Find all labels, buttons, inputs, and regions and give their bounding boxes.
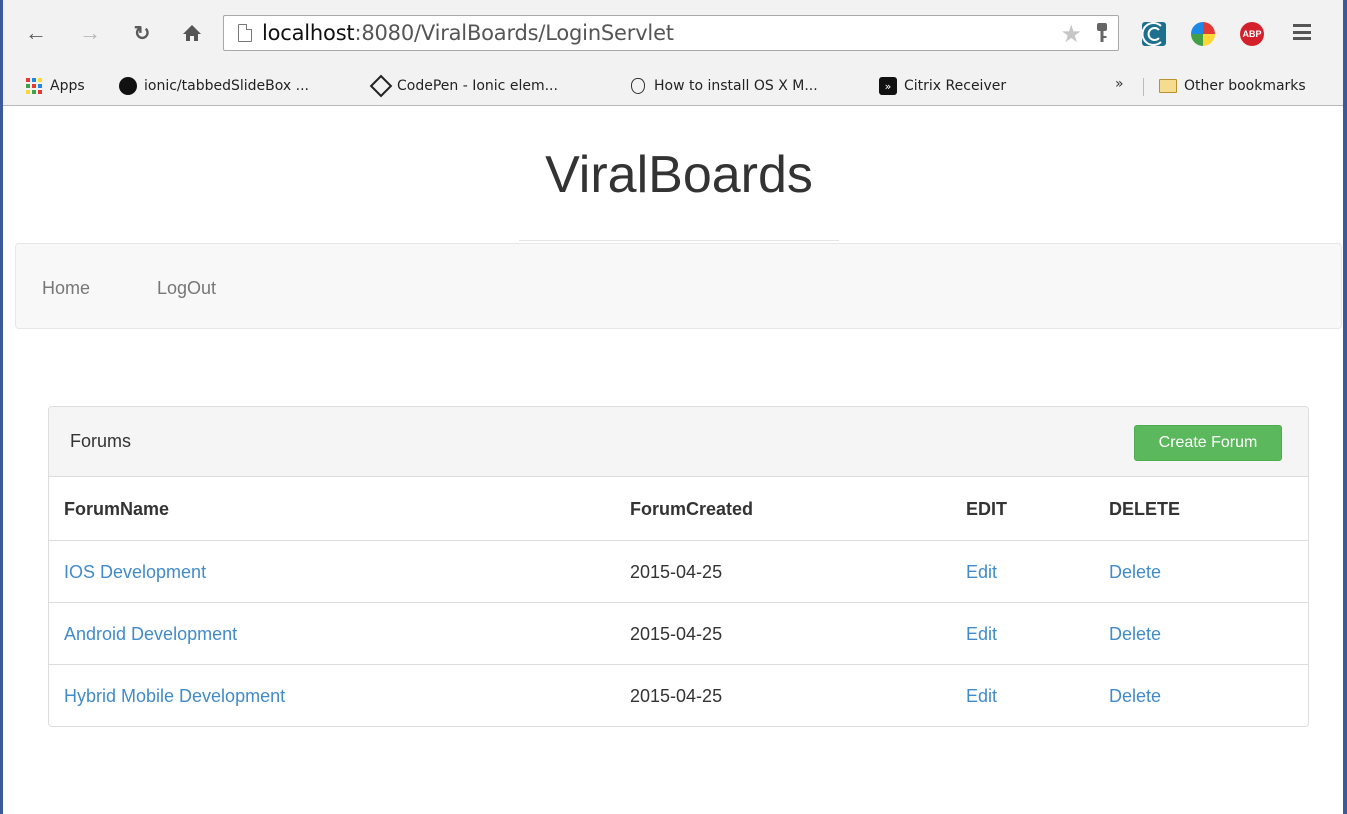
citrix-icon: »	[879, 77, 897, 95]
reload-icon[interactable]: ↻	[129, 20, 155, 46]
forum-created-date: 2015-04-25	[630, 686, 723, 706]
apps-grid-icon	[25, 77, 43, 95]
bookmarks-divider	[1143, 78, 1144, 96]
forum-name-link[interactable]: Hybrid Mobile Development	[64, 686, 285, 707]
url-path: :8080/ViralBoards/LoginServlet	[354, 21, 674, 45]
url-host: localhost	[262, 21, 355, 45]
bookmark-apps[interactable]: Apps	[25, 76, 85, 96]
table-row: Hybrid Mobile Development 2015-04-25 Edi…	[49, 664, 1308, 726]
address-bar[interactable]: localhost:8080/ViralBoards/LoginServlet …	[223, 15, 1119, 51]
forum-created-date: 2015-04-25	[630, 624, 723, 644]
site-title: ViralBoards	[545, 146, 813, 204]
bookmark-label: ionic/tabbedSlideBox ...	[144, 78, 309, 94]
delete-link[interactable]: Delete	[1109, 624, 1161, 645]
chrome-menu-icon[interactable]	[1291, 22, 1313, 42]
delete-link[interactable]: Delete	[1109, 686, 1161, 707]
bookmark-ionic-tabbedslidebox[interactable]: ionic/tabbedSlideBox ...	[119, 76, 309, 96]
forums-table: ForumName ForumCreated EDIT DELETE IOS D…	[49, 478, 1308, 726]
bookmarks-overflow-button[interactable]: »	[1115, 76, 1124, 92]
forums-panel: Forums Create Forum ForumName ForumCreat…	[48, 406, 1309, 727]
adblock-plus-icon[interactable]: ABP	[1240, 22, 1264, 46]
forum-name-link[interactable]: Android Development	[64, 624, 237, 645]
forum-name-link[interactable]: IOS Development	[64, 562, 206, 583]
bookmark-label: CodePen - Ionic elem...	[397, 78, 558, 94]
back-arrow-icon[interactable]: ←	[23, 20, 49, 46]
page-icon	[238, 24, 252, 42]
navbar: Home LogOut	[15, 243, 1342, 329]
codepen-icon	[369, 74, 393, 98]
edit-link[interactable]: Edit	[966, 624, 997, 645]
page-content: ViralBoards Home LogOut Forums Create Fo…	[3, 107, 1343, 814]
address-url[interactable]: localhost:8080/ViralBoards/LoginServlet	[262, 21, 674, 45]
bookmark-other-bookmarks[interactable]: Other bookmarks	[1159, 76, 1306, 96]
column-header-forumname: ForumName	[64, 499, 170, 519]
wave-extension-icon[interactable]	[1142, 22, 1166, 46]
color-picker-extension-icon[interactable]	[1191, 22, 1215, 46]
column-header-edit: EDIT	[966, 499, 1008, 519]
bookmark-install-osx[interactable]: How to install OS X M...	[629, 76, 818, 96]
apple-icon	[629, 77, 647, 95]
nav-home-link[interactable]: Home	[42, 278, 90, 299]
bookmark-label: How to install OS X M...	[654, 78, 818, 94]
browser-toolbar: ← → ↻ localhost:8080/ViralBoards/LoginSe…	[3, 0, 1343, 66]
browser-chrome: ← → ↻ localhost:8080/ViralBoards/LoginSe…	[3, 0, 1343, 106]
column-header-forumcreated: ForumCreated	[630, 499, 754, 519]
bookmark-star-icon[interactable]: ★	[1060, 20, 1082, 49]
home-icon[interactable]	[179, 20, 205, 46]
column-header-delete: DELETE	[1109, 499, 1181, 519]
forward-arrow-icon[interactable]: →	[77, 20, 103, 46]
folder-icon	[1159, 77, 1177, 95]
panel-title: Forums	[70, 431, 132, 451]
bookmarks-bar: Apps ionic/tabbedSlideBox ... CodePen - …	[3, 66, 1343, 106]
bookmark-codepen[interactable]: CodePen - Ionic elem...	[369, 74, 558, 98]
bookmark-label: Apps	[50, 78, 85, 94]
table-row: Android Development 2015-04-25 Edit Dele…	[49, 602, 1308, 664]
table-header-row: ForumName ForumCreated EDIT DELETE	[49, 478, 1308, 540]
window-frame-left	[0, 0, 3, 814]
delete-link[interactable]: Delete	[1109, 562, 1161, 583]
bookmark-citrix-receiver[interactable]: » Citrix Receiver	[879, 76, 1006, 96]
forum-created-date: 2015-04-25	[630, 562, 723, 582]
create-forum-button[interactable]: Create Forum	[1134, 425, 1282, 461]
nav-logout-link[interactable]: LogOut	[157, 278, 216, 299]
edit-link[interactable]: Edit	[966, 562, 997, 583]
github-icon	[119, 77, 137, 95]
panel-heading: Forums Create Forum	[49, 407, 1308, 477]
title-divider	[519, 240, 839, 241]
bookmark-label: Other bookmarks	[1184, 78, 1306, 94]
window-frame-right	[1343, 0, 1347, 814]
table-row: IOS Development 2015-04-25 Edit Delete	[49, 540, 1308, 602]
key-icon[interactable]	[1096, 22, 1108, 50]
bookmark-label: Citrix Receiver	[904, 78, 1007, 94]
edit-link[interactable]: Edit	[966, 686, 997, 707]
